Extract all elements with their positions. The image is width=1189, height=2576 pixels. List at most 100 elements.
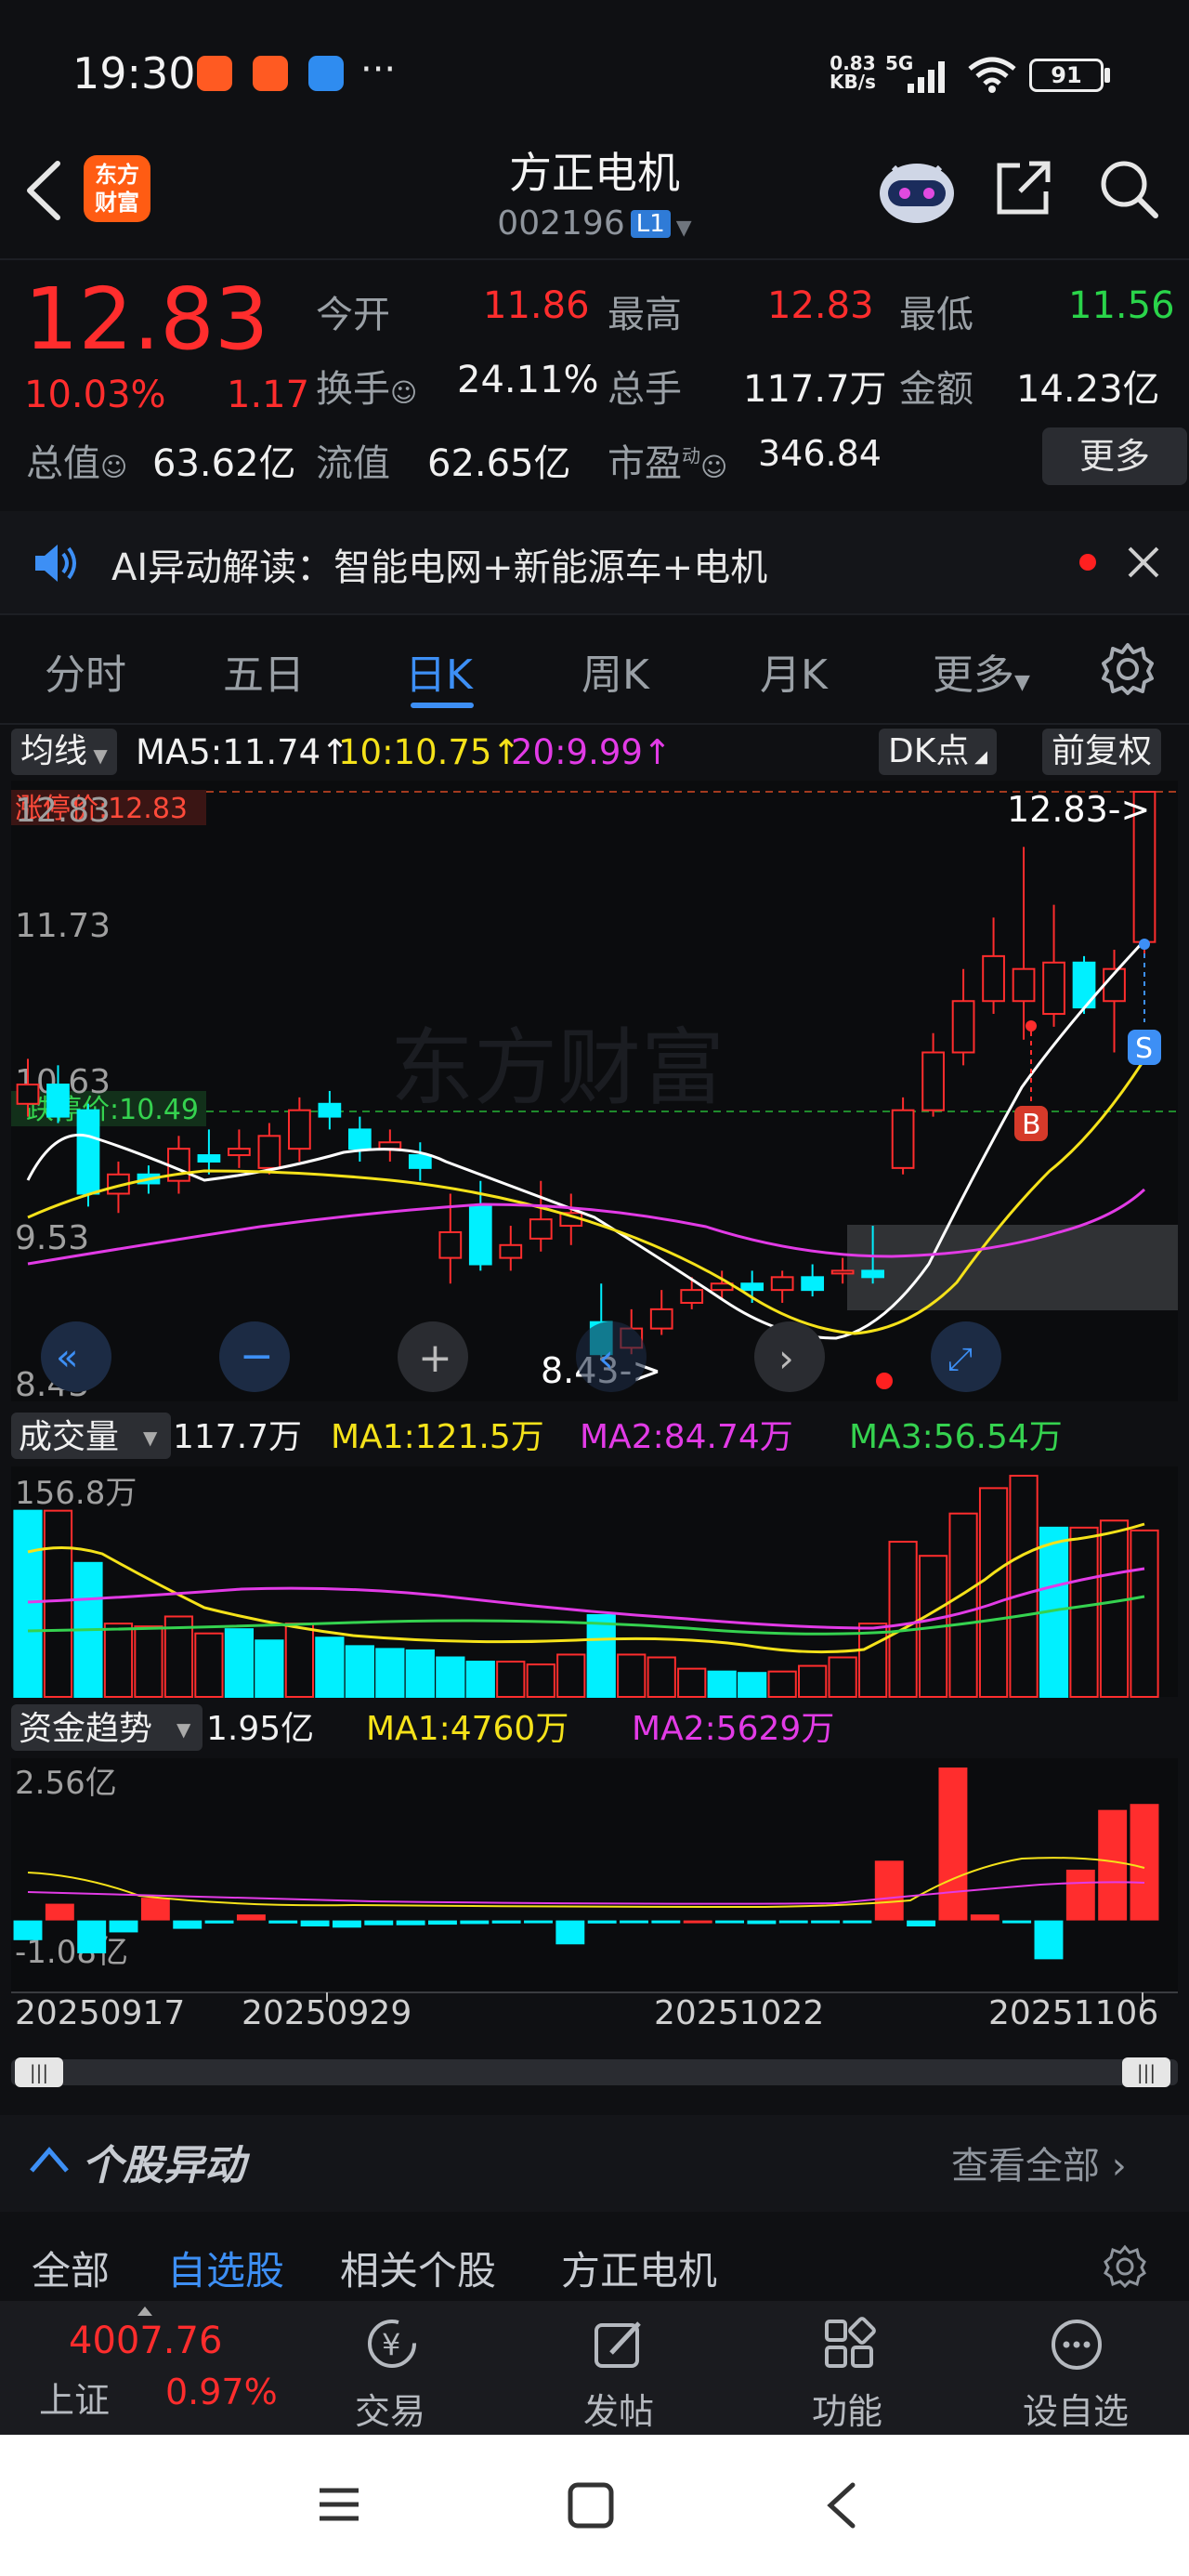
view-all-link[interactable]: 查看全部 › (951, 2136, 1127, 2189)
y-tick: 12.83 (15, 792, 111, 830)
scroll-left-button[interactable]: « (41, 1321, 111, 1392)
fund-bar (173, 1920, 203, 1929)
candle-body (680, 1289, 704, 1304)
volume-bar (375, 1648, 405, 1699)
zoom-out-button[interactable]: − (219, 1321, 290, 1392)
index-value[interactable]: 4007.76 (69, 2320, 222, 2362)
tab-intraday[interactable]: 分时 (45, 641, 126, 701)
menu-icon[interactable] (316, 2481, 362, 2528)
x-tick-label: 20251022 (654, 1994, 824, 2032)
volume-bar (556, 1653, 586, 1699)
fund-bar (715, 1920, 744, 1924)
yuan-exchange-icon: ¥ (368, 2320, 416, 2368)
candle-body (529, 1218, 553, 1240)
dk-point-button[interactable]: DK点 ◢ (879, 729, 997, 775)
nav-functions[interactable]: 功能 (782, 2310, 912, 2432)
volume-bar (255, 1639, 284, 1698)
range-slider-left-handle[interactable]: ||| (15, 2057, 63, 2087)
indicator-selector[interactable]: 均线 ▼ (11, 729, 117, 775)
watermark: 东方财富 (390, 1019, 725, 1117)
tab-monthly-k[interactable]: 月K (760, 641, 828, 701)
tab-weekly-k[interactable]: 周K (581, 641, 649, 701)
nav-post[interactable]: 发帖 (554, 2310, 684, 2432)
volume-ma3: MA3:56.54万 (849, 1418, 1063, 1456)
nav-add-watchlist-label: 设自选 (1022, 2391, 1129, 2432)
candle-body (288, 1109, 311, 1150)
index-expand-icon[interactable] (137, 2307, 152, 2316)
range-slider-right-handle[interactable]: ||| (1122, 2057, 1170, 2087)
fund-bar (938, 1768, 968, 1921)
volume-bar (647, 1656, 676, 1698)
volume-bar (828, 1656, 857, 1698)
volume-bar (586, 1613, 616, 1699)
fund-bar (268, 1920, 298, 1924)
candle-body (649, 1308, 673, 1330)
gear-icon[interactable] (1100, 641, 1156, 697)
battery-icon: 91 (1029, 59, 1104, 92)
fund-indicator-label: 资金趋势 (19, 1710, 152, 1748)
expand-icon: ⤢ (947, 1341, 973, 1378)
fund-current: 1.95亿 (206, 1710, 314, 1748)
volume-bar (465, 1661, 495, 1699)
y-tick: 11.73 (15, 907, 111, 945)
info-icon[interactable]: ☺ (700, 452, 727, 482)
alert-tab-stock[interactable]: 方正电机 (561, 2240, 717, 2296)
volume-current: 117.7万 (173, 1418, 302, 1456)
price-adjust-button[interactable]: 前复权 (1042, 729, 1162, 775)
candle-body (1012, 967, 1036, 1003)
alert-tab-all[interactable]: 全部 (32, 2240, 110, 2296)
fund-bar (45, 1903, 74, 1921)
close-icon[interactable] (1126, 545, 1161, 580)
fund-bar (140, 1898, 170, 1921)
robot-assistant-icon[interactable] (875, 152, 959, 227)
buy-point-dot (1026, 1020, 1037, 1032)
volume-bar (13, 1509, 43, 1699)
ai-analysis-banner[interactable]: AI异动解读：智能电网+新能源车+电机 (0, 511, 1189, 613)
fund-bar (1098, 1809, 1128, 1921)
ma20-readout: 20:9.99↑ (511, 732, 672, 772)
back-icon[interactable] (823, 2479, 860, 2531)
tab-daily-k[interactable]: 日K (405, 641, 473, 701)
step-left-button[interactable]: ‹ (576, 1321, 647, 1392)
fund-bar (204, 1920, 234, 1924)
chevron-up-icon[interactable] (28, 2141, 71, 2178)
volume-bar (284, 1623, 314, 1698)
tab-five-day[interactable]: 五日 (223, 641, 305, 701)
x-tick-label: 20250917 (15, 1994, 185, 2032)
candle-body (982, 954, 1005, 1003)
candle-body (16, 1084, 40, 1105)
alert-tab-related[interactable]: 相关个股 (340, 2240, 496, 2296)
fund-bar (109, 1920, 138, 1933)
status-bar: 19:30 ··· 0.83 KB/s 5G 91 (0, 0, 1189, 149)
info-icon[interactable]: ☺ (390, 377, 417, 408)
battery-level: 91 (1051, 62, 1082, 88)
app-notification-icon (253, 56, 288, 91)
volume-bar (224, 1628, 255, 1699)
fund-bar (1130, 1804, 1159, 1921)
range-slider-track[interactable] (11, 2059, 1178, 2085)
support-zone (847, 1225, 1178, 1310)
volume-value: 117.7万 (743, 368, 887, 411)
share-icon[interactable] (992, 158, 1053, 219)
zoom-in-button[interactable]: + (398, 1321, 468, 1392)
nav-trade[interactable]: ¥ 交易 (325, 2310, 455, 2432)
nav-add-watchlist[interactable]: 设自选 (1011, 2310, 1141, 2432)
alert-tab-watchlist[interactable]: 自选股 (167, 2240, 284, 2296)
fund-y-max: 2.56亿 (15, 1765, 117, 1802)
tab-more[interactable]: 更多▼ (933, 641, 1030, 701)
fullscreen-button[interactable]: ⤢ (931, 1321, 1001, 1392)
home-icon[interactable] (567, 2481, 615, 2530)
candle-body (951, 1000, 975, 1054)
chevron-down-icon[interactable]: ▼ (676, 217, 692, 240)
fund-bar (1034, 1920, 1064, 1960)
more-quote-button[interactable]: 更多 (1042, 427, 1187, 485)
info-icon[interactable]: ☺ (100, 452, 127, 482)
alert-settings-gear-icon[interactable] (1102, 2243, 1148, 2290)
fund-bar (428, 1920, 457, 1925)
fund-bar (1002, 1920, 1032, 1924)
open-label: 今开 (316, 294, 390, 336)
search-icon[interactable] (1096, 156, 1161, 221)
kline-chart[interactable]: 东方财富 涨停价:12.83 跌停价:10.49 12.83 11.73 10.… (0, 781, 1189, 2082)
step-right-button[interactable]: › (754, 1321, 825, 1392)
volume-bar (798, 1664, 828, 1698)
